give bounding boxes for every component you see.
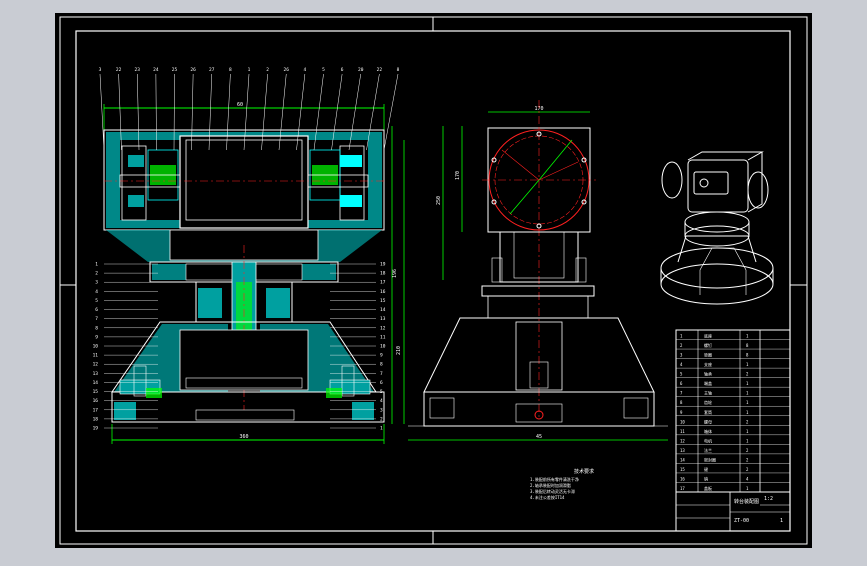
- bom-item-name: 销: [704, 475, 708, 481]
- leader-label: 5: [322, 67, 325, 73]
- leader-label: 4: [380, 398, 383, 404]
- bom-item-name: 密封圈: [704, 456, 716, 462]
- leader-label: 11: [93, 353, 99, 359]
- title-sheet: 1: [780, 518, 783, 524]
- leader-label: 14: [93, 380, 99, 386]
- leader-label: 14: [380, 307, 386, 313]
- leader-label: 10: [93, 344, 99, 350]
- bom-item-name: 键: [704, 466, 708, 472]
- leader-label: 3: [95, 280, 98, 286]
- leader-label: 17: [93, 407, 99, 413]
- bom-item-name: 法兰: [704, 447, 712, 453]
- leader-label: 6: [95, 307, 98, 313]
- leader-label: 13: [380, 316, 386, 322]
- leader-label: 3: [99, 67, 102, 73]
- front-top-dimension: 60: [237, 102, 243, 108]
- leader-label: 19: [380, 262, 386, 268]
- bom-item-name: 底座: [704, 333, 712, 339]
- side-base-dimension: 45: [536, 434, 542, 440]
- leader-label: 8: [95, 325, 98, 331]
- leader-label: 26: [284, 67, 290, 73]
- bom-item-name: 支座: [704, 361, 712, 367]
- leader-label: 4: [304, 67, 307, 73]
- bom-item-name: 主轴: [704, 390, 712, 396]
- leader-label: 20: [358, 67, 364, 73]
- front-height-outer: 210: [396, 346, 402, 355]
- leader-label: 9: [95, 334, 98, 340]
- bom-item-no: 13: [680, 448, 685, 453]
- leader-label: 12: [93, 362, 99, 368]
- bom-item-name: 电机: [704, 437, 712, 443]
- note-line: 2.轴承装配时加润滑脂: [530, 482, 571, 488]
- leader-label: 8: [397, 67, 400, 73]
- leader-label: 8: [380, 362, 383, 368]
- bom-item-no: 12: [680, 438, 685, 443]
- leader-label: 9: [380, 353, 383, 359]
- bom-item-no: 14: [680, 457, 685, 462]
- leader-label: 6: [341, 67, 344, 73]
- leader-label: 3: [380, 407, 383, 413]
- leader-label: 16: [93, 398, 99, 404]
- leader-label: 5: [95, 298, 98, 304]
- leader-label: 6: [380, 380, 383, 386]
- leader-label: 16: [380, 289, 386, 295]
- leader-label: 26: [190, 67, 196, 73]
- bom-item-name: 端盖: [704, 380, 712, 386]
- leader-label: 13: [93, 371, 99, 377]
- bom-item-name: 垫圈: [704, 352, 712, 358]
- bom-item-name: 齿轮: [704, 399, 712, 405]
- bom-item-name: 螺母: [704, 418, 712, 424]
- bom-item-name: 螺钉: [704, 342, 712, 348]
- note-line: 4.未注公差按IT14: [530, 494, 565, 500]
- bom-item-name: 套筒: [704, 409, 712, 415]
- drawing-sheet: [55, 13, 812, 548]
- bom-item-name: 轴承: [704, 371, 712, 377]
- leader-label: 7: [380, 371, 383, 377]
- title-scale: 1:2: [764, 496, 773, 502]
- leader-label: 7: [95, 316, 98, 322]
- leader-label: 2: [95, 271, 98, 277]
- leader-label: 1: [248, 67, 251, 73]
- leader-label: 17: [380, 280, 386, 286]
- leader-label: 22: [116, 67, 122, 73]
- side-height-outer: 250: [436, 196, 442, 205]
- bom-item-no: 11: [680, 429, 685, 434]
- bom-item-name: 箱体: [704, 428, 712, 434]
- leader-label: 4: [95, 289, 98, 295]
- leader-label: 19: [93, 426, 99, 432]
- leader-label: 22: [377, 67, 383, 73]
- leader-label: 11: [380, 334, 386, 340]
- leader-label: 24: [153, 67, 159, 73]
- bom-item-no: 15: [680, 467, 685, 472]
- leader-label: 18: [93, 416, 99, 422]
- leader-label: 23: [135, 67, 141, 73]
- leader-label: 18: [380, 271, 386, 277]
- front-base-dimension: 360: [239, 434, 248, 440]
- title-part-name: 转台装配图: [734, 498, 759, 505]
- cad-drawing: 60 360 210 196 3 22 23 24 25 26 27 8 1 2…: [55, 13, 812, 548]
- leader-label: 1: [95, 262, 98, 268]
- side-height-inner: 170: [455, 171, 461, 180]
- title-drawing-no: ZT-00: [734, 518, 749, 524]
- bom-item-name: 盖板: [704, 485, 712, 491]
- leader-label: 5: [380, 389, 383, 395]
- bom-item-no: 10: [680, 419, 685, 424]
- leader-label: 15: [93, 389, 99, 395]
- leader-label: 2: [266, 67, 269, 73]
- bom-item-no: 17: [680, 486, 685, 491]
- leader-label: 15: [380, 298, 386, 304]
- leader-label: 2: [380, 416, 383, 422]
- leader-label: 8: [229, 67, 232, 73]
- bom-item-no: 16: [680, 476, 685, 481]
- leader-label: 27: [209, 67, 215, 73]
- front-height-inner: 196: [392, 269, 398, 278]
- note-line: 3.装配后转动灵活无卡滞: [530, 488, 575, 494]
- notes-title: 技术要求: [574, 468, 594, 475]
- leader-label: 10: [380, 344, 386, 350]
- cad-viewport[interactable]: 60 360 210 196 3 22 23 24 25 26 27 8 1 2…: [0, 0, 867, 562]
- leader-label: 25: [172, 67, 178, 73]
- leader-label: 12: [380, 325, 386, 331]
- note-line: 1.装配前所有零件清洗干净: [530, 476, 579, 482]
- leader-label: 1: [380, 426, 383, 432]
